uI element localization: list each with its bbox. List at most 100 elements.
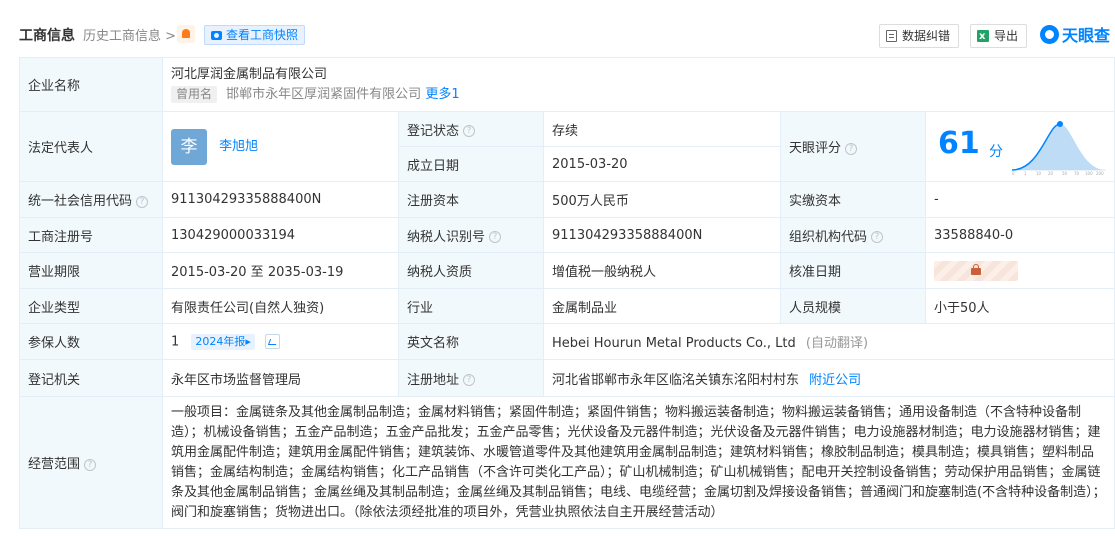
curve-axis-label: 70 bbox=[1074, 171, 1080, 176]
score-label-cell: 天眼评分? bbox=[780, 111, 926, 182]
export-label: 导出 bbox=[994, 29, 1019, 43]
table-row: 法定代表人 李 李旭旭 登记状态? 存续 天眼评分? 61 分 0 1 10 2… bbox=[19, 111, 1115, 182]
legal-rep-label: 法定代表人 bbox=[19, 111, 163, 182]
bell-icon[interactable] bbox=[177, 25, 195, 43]
business-term-value: 2015-03-20 至 2035-03-19 bbox=[162, 252, 399, 289]
curve-axis-label: 20 bbox=[1048, 171, 1054, 176]
alias-more-link[interactable]: 更多1 bbox=[425, 87, 459, 102]
help-icon[interactable]: ? bbox=[463, 125, 476, 137]
export-button[interactable]: 导出 bbox=[970, 24, 1028, 48]
taxpayer-qual-value: 增值税一般纳税人 bbox=[543, 252, 781, 289]
insured-cell: 1 2024年报▸ bbox=[162, 323, 399, 360]
founded-value: 2015-03-20 bbox=[543, 146, 781, 182]
table-row: 工商注册号 130429000033194 纳税人识别号? 9113042933… bbox=[19, 217, 1115, 253]
industry-value: 金属制品业 bbox=[543, 288, 781, 324]
document-icon bbox=[886, 30, 897, 42]
table-row: 营业期限 2015-03-20 至 2035-03-19 纳税人资质 增值税一般… bbox=[19, 252, 1115, 289]
curve-point bbox=[1057, 121, 1063, 127]
paid-capital-value: - bbox=[924, 181, 1115, 218]
status-label-cell: 登记状态? bbox=[398, 111, 544, 147]
approval-date-cell bbox=[924, 252, 1115, 289]
curve-axis-labels: 0 1 10 20 50 70 100 200 bbox=[1012, 171, 1104, 176]
company-name-cell: 河北厚润金属制品有限公司 曾用名 邯郸市永年区厚润紧固件有限公司 更多1 bbox=[161, 57, 1115, 112]
scope-label: 经营范围 bbox=[28, 457, 81, 472]
score-value: 61 bbox=[938, 126, 980, 161]
section-title: 工商信息 bbox=[19, 28, 75, 44]
avatar[interactable]: 李 bbox=[171, 128, 207, 165]
address-cell: 河北省邯郸市永年区临洺关镇东洺阳村村东 附近公司 bbox=[542, 359, 1115, 397]
reg-capital-value: 500万人民币 bbox=[543, 181, 781, 218]
table-row: 经营范围? 一般项目：金属链条及其他金属制品制造；金属材料销售；紧固件制造；紧固… bbox=[19, 396, 1115, 529]
taxpayer-qual-label: 纳税人资质 bbox=[398, 252, 544, 289]
data-correction-button[interactable]: 数据纠错 bbox=[879, 24, 960, 48]
logo-text: 天眼查 bbox=[1062, 26, 1111, 45]
help-icon[interactable]: ? bbox=[871, 231, 884, 243]
annual-report-tag[interactable]: 2024年报▸ bbox=[191, 333, 255, 350]
curve-axis-label: 1 bbox=[1024, 171, 1027, 176]
table-row: 登记机关 永年区市场监督管理局 注册地址? 河北省邯郸市永年区临洺关镇东洺阳村村… bbox=[19, 359, 1115, 397]
snapshot-button[interactable]: 查看工商快照 bbox=[204, 25, 306, 45]
address-value: 河北省邯郸市永年区临洺关镇东洺阳村村东 bbox=[552, 372, 800, 388]
curve-fill bbox=[1012, 124, 1106, 170]
industry-label: 行业 bbox=[398, 288, 544, 324]
help-icon[interactable]: ? bbox=[845, 142, 858, 155]
score-unit: 分 bbox=[989, 144, 1003, 160]
alias-tag: 曾用名 bbox=[171, 85, 218, 103]
logo-icon bbox=[1040, 24, 1059, 44]
camera-icon bbox=[211, 30, 222, 40]
reg-no-value: 130429000033194 bbox=[162, 217, 399, 253]
auto-translate-note: (自动翻译) bbox=[805, 336, 869, 351]
table-row: 参保人数 1 2024年报▸ 英文名称 Hebei Hourun Metal P… bbox=[19, 323, 1115, 360]
legal-rep-name[interactable]: 李旭旭 bbox=[219, 139, 258, 154]
taxpayer-id-value: 91130429335888400N bbox=[543, 217, 781, 253]
reg-no-label: 工商注册号 bbox=[19, 217, 163, 253]
curve-axis-label: 0 bbox=[1012, 171, 1015, 176]
business-info-table: 企业名称 河北厚润金属制品有限公司 曾用名 邯郸市永年区厚润紧固件有限公司 更多… bbox=[19, 57, 1115, 529]
address-label: 注册地址 bbox=[407, 372, 460, 388]
business-scope-text: 一般项目：金属链条及其他金属制品制造；金属材料销售；紧固件制造；紧固件销售；物料… bbox=[171, 404, 1106, 520]
help-icon[interactable]: ? bbox=[463, 374, 476, 386]
excel-icon bbox=[977, 26, 989, 48]
approval-date-label: 核准日期 bbox=[780, 252, 926, 289]
curve-axis-label: 200 bbox=[1096, 171, 1104, 176]
status-label: 登记状态 bbox=[407, 123, 460, 139]
company-type-label: 企业类型 bbox=[19, 288, 163, 324]
taxpayer-id-label: 纳税人识别号 bbox=[407, 229, 486, 245]
english-name-label: 英文名称 bbox=[398, 323, 544, 360]
credit-code-label-cell: 统一社会信用代码? bbox=[19, 181, 163, 218]
help-icon[interactable]: ? bbox=[489, 231, 502, 243]
credit-code-label: 统一社会信用代码 bbox=[28, 194, 133, 209]
company-name-label: 企业名称 bbox=[19, 57, 163, 112]
reg-capital-label: 注册资本 bbox=[398, 181, 544, 218]
score-curve-chart: 0 1 10 20 50 70 100 200 bbox=[1011, 121, 1106, 176]
table-row: 企业名称 河北厚润金属制品有限公司 曾用名 邯郸市永年区厚润紧固件有限公司 更多… bbox=[19, 57, 1115, 112]
header: 工商信息 历史工商信息 > 查看工商快照 数据纠错 导出 天眼查 bbox=[0, 0, 1115, 58]
business-term-label: 营业期限 bbox=[19, 252, 163, 289]
score-label: 天眼评分 bbox=[789, 141, 842, 156]
table-row: 企业类型 有限责任公司(自然人独资) 行业 金属制品业 人员规模 小于50人 bbox=[19, 288, 1115, 324]
logo: 天眼查 bbox=[1040, 22, 1110, 46]
status-value: 存续 bbox=[543, 111, 781, 147]
annual-report-label: 2024年报 bbox=[195, 334, 246, 348]
staff-size-value: 小于50人 bbox=[924, 288, 1115, 324]
trend-chart-icon[interactable] bbox=[265, 334, 281, 349]
scope-label-cell: 经营范围? bbox=[19, 396, 163, 529]
insured-value: 1 bbox=[171, 334, 180, 349]
curve-axis-label: 50 bbox=[1062, 171, 1068, 176]
help-icon[interactable]: ? bbox=[136, 195, 149, 208]
org-code-label: 组织机构代码 bbox=[789, 229, 868, 245]
company-name: 河北厚润金属制品有限公司 bbox=[171, 66, 328, 82]
history-link[interactable]: 历史工商信息 > bbox=[83, 25, 176, 44]
nearby-companies-link[interactable]: 附近公司 bbox=[809, 373, 861, 388]
score-cell[interactable]: 61 分 0 1 10 20 50 70 100 200 bbox=[924, 111, 1115, 182]
org-code-label-cell: 组织机构代码? bbox=[780, 217, 926, 253]
lock-icon[interactable] bbox=[934, 260, 1018, 281]
curve-axis-label: 10 bbox=[1036, 171, 1042, 176]
org-code-value: 33588840-0 bbox=[924, 217, 1115, 253]
address-label-cell: 注册地址? bbox=[398, 359, 544, 397]
help-icon[interactable]: ? bbox=[84, 458, 97, 471]
snapshot-label: 查看工商快照 bbox=[226, 28, 299, 42]
credit-code-value: 91130429335888400N bbox=[162, 181, 399, 218]
company-type-value: 有限责任公司(自然人独资) bbox=[162, 288, 399, 324]
staff-size-label: 人员规模 bbox=[780, 288, 926, 324]
